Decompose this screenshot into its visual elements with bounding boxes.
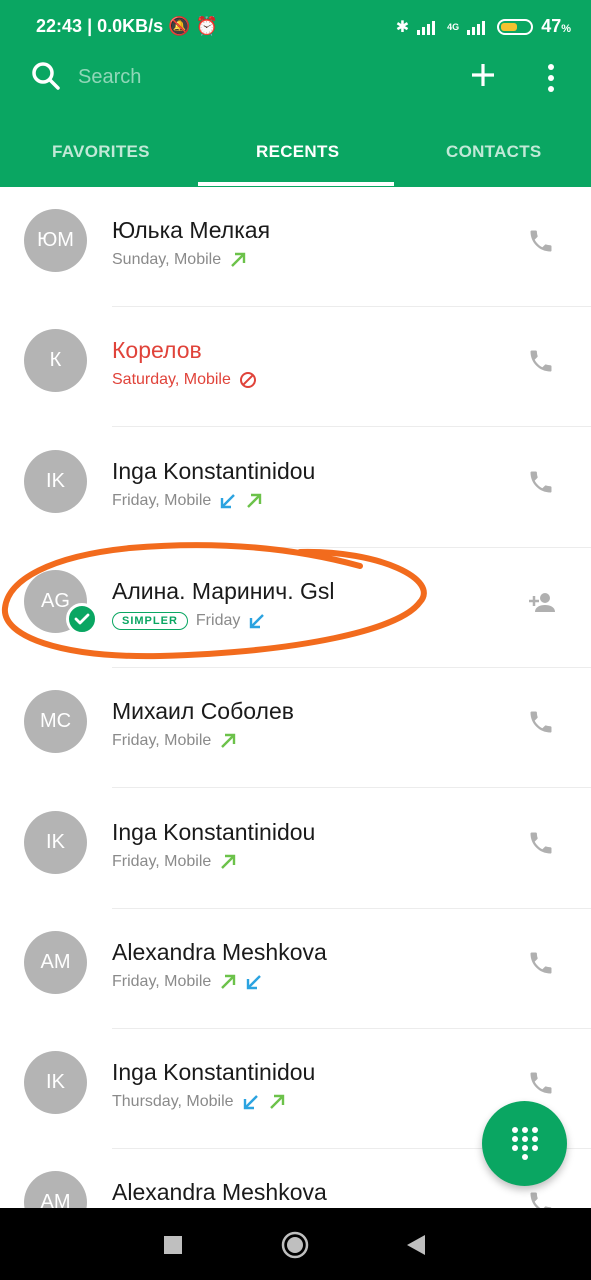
mute-icon: 🔕 — [168, 16, 191, 36]
call-log-row[interactable]: MC Михаил Соболев Friday, Mobile — [0, 668, 591, 789]
incoming-call-icon — [221, 493, 236, 508]
call-log-row[interactable]: IK Inga Konstantinidou Friday, Mobile — [0, 789, 591, 909]
incoming-call-icon — [247, 974, 262, 989]
call-time-label: Sunday, Mobile — [112, 251, 222, 268]
outgoing-call-icon — [221, 854, 236, 869]
contact-name: Inga Konstantinidou — [112, 457, 316, 484]
back-icon[interactable] — [407, 1235, 425, 1255]
tab-contacts[interactable]: CONTACTS — [446, 142, 542, 162]
call-detail: Friday, Mobile — [112, 492, 263, 510]
call-button[interactable] — [527, 708, 555, 741]
contact-name: Inga Konstantinidou — [112, 818, 316, 845]
call-detail: Thursday, Mobile — [112, 1093, 286, 1111]
status-right: ✱ 4G 47% — [396, 16, 571, 37]
battery-percent: 47% — [541, 16, 571, 36]
battery-icon — [497, 18, 534, 35]
call-time-label: Friday, Mobile — [112, 732, 212, 750]
recent-apps-icon[interactable] — [164, 1236, 182, 1254]
outgoing-call-icon — [221, 733, 236, 749]
alarm-icon: ⏰ — [195, 16, 219, 36]
outgoing-call-icon — [269, 1094, 284, 1109]
annotation-oval — [1, 542, 427, 660]
avatar[interactable]: IK — [24, 810, 87, 874]
avatar[interactable]: ЮМ — [24, 209, 87, 272]
search-icon[interactable] — [30, 60, 62, 92]
phone-icon[interactable] — [527, 949, 555, 977]
phone-icon[interactable] — [527, 829, 555, 857]
status-time: 22:43 | 0.0KB/s 🔕 ⏰ — [36, 16, 219, 36]
status-bar: 22:43 | 0.0KB/s 🔕 ⏰ ✱ 4G 47% — [0, 0, 591, 54]
signal-icon-2 — [467, 20, 486, 35]
bluetooth-icon: ✱ — [395, 18, 410, 36]
contact-name: Inga Konstantinidou — [112, 1059, 316, 1086]
call-detail: Sunday, Mobile — [112, 251, 247, 269]
call-button[interactable] — [527, 227, 555, 260]
call-button[interactable] — [527, 1069, 555, 1102]
contact-name: Юлька Мелкая — [112, 217, 271, 243]
call-log-row[interactable]: AM Alexandra Meshkova Friday, Mobile — [0, 909, 591, 1029]
contact-name: Alexandra Meshkova — [112, 1179, 327, 1206]
search-input[interactable]: Search — [78, 66, 141, 89]
more-vertical-icon[interactable] — [546, 64, 556, 92]
avatar[interactable]: AM — [24, 930, 87, 994]
call-detail: Saturday, Mobile — [112, 371, 257, 389]
avatar[interactable]: IK — [24, 1051, 87, 1115]
call-button[interactable] — [527, 829, 555, 862]
app-header: 22:43 | 0.0KB/s 🔕 ⏰ ✱ 4G 47% Search FAVO… — [0, 0, 591, 187]
tab-bar: FAVORITES RECENTS CONTACTS — [0, 126, 591, 187]
call-button[interactable] — [527, 468, 555, 501]
dialpad-fab[interactable] — [482, 1101, 567, 1186]
call-time-label: Friday, Mobile — [112, 852, 212, 870]
outgoing-call-icon — [247, 493, 262, 508]
call-detail: Friday, Mobile — [112, 973, 263, 991]
contact-name: Михаил Соболев — [112, 698, 294, 725]
call-time-label: Saturday, Mobile — [112, 371, 231, 389]
network-type-label: 4G — [447, 21, 460, 32]
phone-icon[interactable] — [527, 468, 555, 496]
blocked-call-icon — [239, 372, 256, 389]
add-contact-button[interactable] — [527, 588, 557, 621]
tab-recents[interactable]: RECENTS — [256, 142, 339, 162]
call-button[interactable] — [527, 347, 555, 380]
avatar[interactable]: IK — [24, 449, 87, 513]
plus-icon[interactable] — [470, 62, 496, 88]
call-time-label: Thursday, Mobile — [112, 1093, 234, 1111]
phone-icon[interactable] — [527, 708, 555, 736]
call-detail: Friday, Mobile — [112, 853, 237, 871]
tab-favorites[interactable]: FAVORITES — [52, 142, 150, 162]
home-icon[interactable] — [281, 1231, 309, 1259]
phone-icon[interactable] — [527, 347, 555, 375]
call-detail: Friday, Mobile — [112, 732, 237, 750]
contact-name: Alexandra Meshkova — [112, 938, 327, 965]
outgoing-call-icon — [221, 974, 236, 989]
signal-icon — [417, 20, 436, 35]
call-time-label: Friday, Mobile — [112, 491, 212, 509]
call-log-row[interactable]: IK Inga Konstantinidou Friday, Mobile — [0, 428, 591, 548]
dialpad-icon — [511, 1126, 538, 1160]
add-contact-icon[interactable] — [527, 588, 557, 616]
outgoing-call-icon — [231, 252, 246, 267]
call-time-label: Friday, Mobile — [112, 972, 212, 990]
call-log-row[interactable]: К Корелов Saturday, Mobile — [0, 307, 591, 428]
phone-icon[interactable] — [527, 227, 555, 255]
avatar[interactable]: К — [24, 329, 87, 393]
incoming-call-icon — [243, 1095, 258, 1110]
call-log-row[interactable]: ЮМ Юлька Мелкая Sunday, Mobile — [0, 187, 591, 307]
call-button[interactable] — [527, 949, 555, 982]
search-bar[interactable]: Search — [0, 54, 591, 104]
tab-indicator — [198, 182, 394, 186]
system-nav-bar — [0, 1208, 591, 1280]
contact-name: Корелов — [112, 337, 202, 364]
avatar[interactable]: MC — [24, 690, 87, 754]
phone-icon[interactable] — [527, 1069, 555, 1097]
